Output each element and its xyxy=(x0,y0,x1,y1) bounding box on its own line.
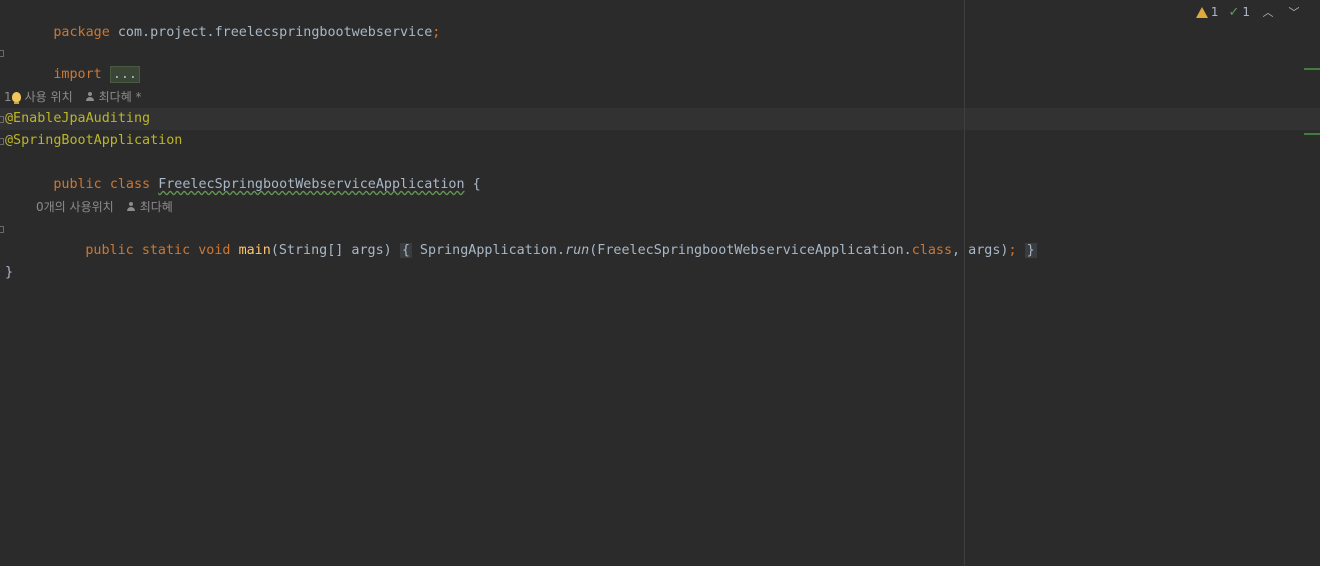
class-author: 최다혜 * xyxy=(98,90,142,104)
lightbulb-icon[interactable] xyxy=(11,92,21,104)
chevron-down-icon[interactable]: ﹀ xyxy=(1286,4,1302,20)
code-line-import[interactable]: import ... xyxy=(0,42,1320,83)
annotation-enable-jpa-auditing: @EnableJpaAuditing xyxy=(5,111,151,126)
double-check-icon: ✓ xyxy=(1228,4,1240,20)
method-usages: 0개의 사용위치 xyxy=(36,200,114,214)
folded-open-brace[interactable]: { xyxy=(399,243,412,258)
code-editor[interactable]: package com.project.freelecspringbootweb… xyxy=(0,0,1320,566)
folded-imports[interactable]: ... xyxy=(109,66,140,83)
call-object: SpringApplication. xyxy=(411,243,566,258)
code-line-package[interactable]: package com.project.freelecspringbootweb… xyxy=(0,0,1320,40)
class-usages-label: 사용 위치 xyxy=(24,90,73,104)
class-close-brace: } xyxy=(5,265,14,280)
semicolon: ; xyxy=(1008,243,1017,258)
keyword-public: public xyxy=(85,243,134,258)
keyword-class-literal: class xyxy=(911,243,953,258)
error-stripe-marker[interactable] xyxy=(1304,133,1320,135)
keyword-package: package xyxy=(53,25,110,40)
keyword-static: static xyxy=(141,243,191,258)
fold-marker-icon[interactable] xyxy=(0,226,4,233)
method-author: 최다혜 xyxy=(139,200,173,214)
semicolon: ; xyxy=(432,25,441,40)
annotation-spring-boot-application: @SpringBootApplication xyxy=(5,133,183,148)
method-usage-hint[interactable]: 0개의 사용위치 최다혜 xyxy=(36,196,173,218)
class-usage-hint[interactable]: 1 사용 위치 최다혜 * xyxy=(4,86,142,108)
inspection-status-widget[interactable]: 1 ✓ 1 ︿ ﹀ xyxy=(1195,2,1302,22)
warning-icon xyxy=(1195,6,1208,18)
checks-indicator[interactable]: ✓ 1 xyxy=(1228,5,1250,20)
folded-close-brace[interactable]: } xyxy=(1024,243,1037,258)
code-line-main-method[interactable]: public static void main(String[] args) {… xyxy=(0,218,1320,258)
keyword-public: public xyxy=(53,177,102,192)
fold-marker-icon[interactable] xyxy=(0,116,4,123)
warnings-indicator[interactable]: 1 xyxy=(1195,5,1219,19)
method-params: (String[] args) xyxy=(270,243,400,258)
checks-count: 1 xyxy=(1242,5,1250,19)
error-stripe-marker[interactable] xyxy=(1304,68,1320,70)
code-line-class-declaration[interactable]: public class FreelecSpringbootWebservice… xyxy=(0,152,1320,192)
keyword-class: class xyxy=(109,177,151,192)
method-name-main[interactable]: main xyxy=(239,243,271,258)
call-method-run: run xyxy=(565,243,590,258)
class-name[interactable]: FreelecSpringbootWebserviceApplication xyxy=(158,177,464,192)
code-line-closing-brace[interactable]: } xyxy=(0,262,1320,284)
chevron-up-icon[interactable]: ︿ xyxy=(1260,4,1276,20)
code-line-enable-jpa-auditing[interactable]: @EnableJpaAuditing xyxy=(0,108,1320,130)
class-usages-count: 1 xyxy=(4,90,12,104)
keyword-void: void xyxy=(198,243,231,258)
package-name: com.project.freelecspringbootwebservice xyxy=(109,25,433,40)
fold-marker-icon[interactable] xyxy=(0,138,4,145)
fold-marker-icon[interactable] xyxy=(0,50,4,57)
call-args-end: , args) xyxy=(952,243,1009,258)
user-icon xyxy=(126,202,136,212)
keyword-import: import xyxy=(53,67,102,82)
code-line-spring-boot-application[interactable]: @SpringBootApplication xyxy=(0,130,1320,152)
user-icon xyxy=(85,92,95,102)
warnings-count: 1 xyxy=(1210,5,1219,19)
class-open-brace: { xyxy=(464,177,481,192)
call-args-start: (FreelecSpringbootWebserviceApplication. xyxy=(589,243,912,258)
